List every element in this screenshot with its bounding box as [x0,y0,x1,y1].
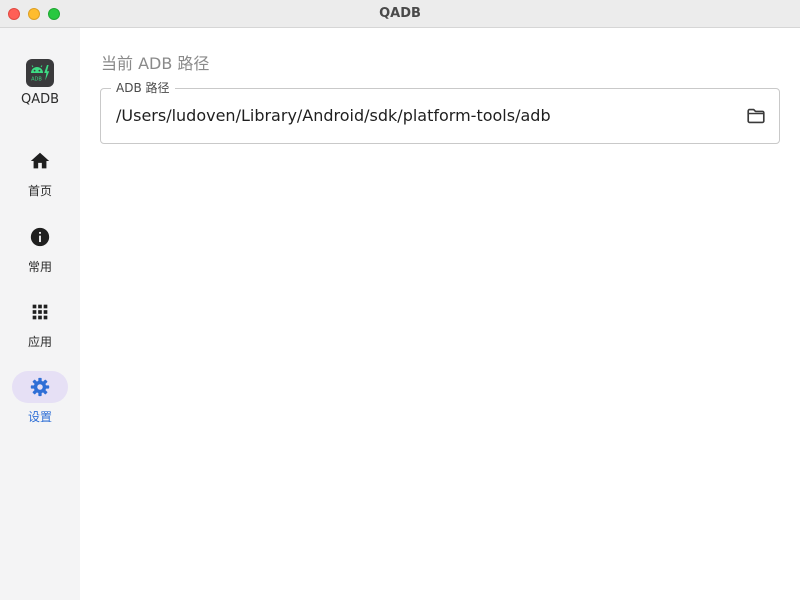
app-name: QADB [20,92,60,107]
nav-item-home[interactable]: 首页 [0,145,80,209]
app-window: QADB ADB QADB 首页 常用 应用 设置 当前 ADB 路径 ADB … [0,0,800,600]
window-title: QADB [379,6,421,21]
title-bar: QADB [0,0,800,28]
info-icon [30,227,50,247]
nav-item-apps[interactable]: 应用 [0,296,80,360]
app-logo: ADB [26,59,54,87]
nav-item-label: 应用 [27,335,52,349]
settings-gear-icon [30,377,50,397]
browse-folder-button[interactable] [743,103,769,129]
nav-pill [12,221,68,253]
folder-icon [747,108,765,124]
nav-item-label: 设置 [27,410,52,424]
adb-path-field[interactable]: ADB 路径 /Users/ludoven/Library/Android/sd… [100,80,780,144]
nav-pill [12,296,68,328]
settings-page: 当前 ADB 路径 ADB 路径 /Users/ludoven/Library/… [80,28,800,600]
section-title: 当前 ADB 路径 [101,54,210,73]
navigation-rail: ADB QADB 首页 常用 应用 设置 [0,28,80,600]
home-icon [30,152,50,169]
nav-item-settings[interactable]: 设置 [0,371,80,435]
nav-item-common[interactable]: 常用 [0,221,80,285]
nav-pill-active [12,371,68,403]
apps-grid-icon [32,304,48,320]
nav-pill [12,145,68,177]
nav-item-label: 首页 [27,184,52,198]
adb-path-value[interactable]: /Users/ludoven/Library/Android/sdk/platf… [116,89,551,143]
logo-text: ADB [31,77,42,83]
android-logo-icon: ADB [31,65,50,83]
nav-item-label: 常用 [27,260,52,274]
